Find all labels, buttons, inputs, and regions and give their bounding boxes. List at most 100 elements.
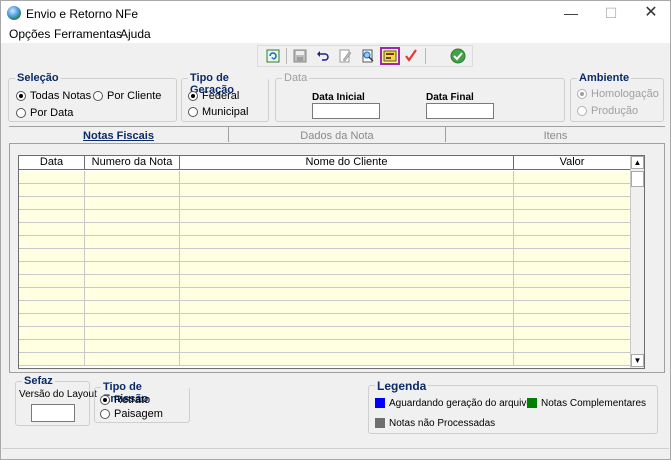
table-cell[interactable]	[85, 340, 180, 352]
table-cell[interactable]	[19, 249, 85, 261]
table-cell[interactable]	[180, 327, 514, 339]
table-cell[interactable]	[19, 184, 85, 196]
table-cell[interactable]	[85, 171, 180, 183]
table-cell[interactable]	[180, 314, 514, 326]
radio-municipal[interactable]: Municipal	[188, 106, 248, 118]
table-cell[interactable]	[19, 301, 85, 313]
table-row[interactable]	[19, 249, 630, 262]
table-cell[interactable]	[180, 236, 514, 248]
table-cell[interactable]	[19, 340, 85, 352]
data-final-input[interactable]	[426, 103, 494, 119]
table-cell[interactable]	[180, 353, 514, 365]
table-row[interactable]	[19, 210, 630, 223]
column-header-valor[interactable]: Valor	[514, 156, 630, 170]
radio-producao[interactable]: Produção	[577, 105, 638, 117]
data-inicial-input[interactable]	[312, 103, 380, 119]
undo-button[interactable]	[313, 47, 333, 65]
menu-ajuda[interactable]: Ajuda	[120, 27, 151, 41]
ok-button[interactable]	[448, 47, 468, 65]
table-row[interactable]	[19, 223, 630, 236]
table-cell[interactable]	[85, 236, 180, 248]
table-cell[interactable]	[19, 288, 85, 300]
table-cell[interactable]	[85, 210, 180, 222]
table-cell[interactable]	[514, 288, 630, 300]
table-cell[interactable]	[85, 275, 180, 287]
table-cell[interactable]	[180, 301, 514, 313]
table-cell[interactable]	[180, 249, 514, 261]
table-cell[interactable]	[19, 210, 85, 222]
column-header-data[interactable]: Data	[19, 156, 85, 170]
table-cell[interactable]	[85, 223, 180, 235]
table-cell[interactable]	[514, 327, 630, 339]
close-button[interactable]: ✕	[629, 1, 671, 26]
table-cell[interactable]	[514, 314, 630, 326]
table-cell[interactable]	[19, 262, 85, 274]
scroll-up-icon[interactable]: ▲	[631, 156, 644, 169]
table-row[interactable]	[19, 301, 630, 314]
table-cell[interactable]	[180, 340, 514, 352]
table-cell[interactable]	[19, 171, 85, 183]
table-cell[interactable]	[180, 197, 514, 209]
table-row[interactable]	[19, 288, 630, 301]
radio-todas-notas[interactable]: Todas Notas	[16, 90, 91, 102]
table-cell[interactable]	[514, 275, 630, 287]
table-cell[interactable]	[180, 288, 514, 300]
table-cell[interactable]	[19, 197, 85, 209]
table-row[interactable]	[19, 314, 630, 327]
menu-opcoes[interactable]: Opções	[9, 27, 50, 41]
radio-por-data[interactable]: Por Data	[16, 107, 73, 119]
table-row[interactable]	[19, 340, 630, 353]
table-cell[interactable]	[85, 314, 180, 326]
vertical-scrollbar[interactable]: ▲ ▼	[630, 156, 644, 368]
table-cell[interactable]	[514, 210, 630, 222]
table-row[interactable]	[19, 262, 630, 275]
table-cell[interactable]	[180, 210, 514, 222]
table-cell[interactable]	[514, 353, 630, 365]
table-cell[interactable]	[514, 262, 630, 274]
table-cell[interactable]	[514, 171, 630, 183]
radio-federal[interactable]: Federal	[188, 90, 239, 102]
table-cell[interactable]	[19, 275, 85, 287]
table-cell[interactable]	[514, 340, 630, 352]
table-row[interactable]	[19, 353, 630, 366]
generate-button[interactable]	[380, 47, 400, 65]
table-cell[interactable]	[514, 249, 630, 261]
table-cell[interactable]	[85, 197, 180, 209]
refresh-button[interactable]	[263, 47, 283, 65]
minimize-button[interactable]: —	[549, 1, 593, 26]
table-row[interactable]	[19, 327, 630, 340]
search-document-button[interactable]	[358, 47, 378, 65]
table-cell[interactable]	[180, 275, 514, 287]
table-cell[interactable]	[85, 184, 180, 196]
scroll-thumb[interactable]	[631, 171, 644, 187]
maximize-button[interactable]: ☐	[589, 1, 633, 26]
table-cell[interactable]	[180, 223, 514, 235]
table-cell[interactable]	[514, 223, 630, 235]
table-cell[interactable]	[19, 314, 85, 326]
table-cell[interactable]	[85, 262, 180, 274]
column-header-numero[interactable]: Numero da Nota	[85, 156, 180, 170]
radio-retrato[interactable]: Retrato	[100, 394, 150, 406]
table-row[interactable]	[19, 275, 630, 288]
notas-grid[interactable]: Data Numero da Nota Nome do Cliente Valo…	[18, 155, 645, 369]
table-row[interactable]	[19, 197, 630, 210]
table-cell[interactable]	[85, 249, 180, 261]
versao-layout-input[interactable]	[31, 404, 75, 422]
table-row[interactable]	[19, 184, 630, 197]
scroll-down-icon[interactable]: ▼	[631, 354, 644, 367]
table-cell[interactable]	[180, 171, 514, 183]
table-cell[interactable]	[19, 236, 85, 248]
table-cell[interactable]	[85, 353, 180, 365]
table-cell[interactable]	[85, 288, 180, 300]
table-cell[interactable]	[514, 184, 630, 196]
table-row[interactable]	[19, 236, 630, 249]
radio-paisagem[interactable]: Paisagem	[100, 408, 163, 420]
confirm-button[interactable]	[401, 47, 421, 65]
table-cell[interactable]	[19, 223, 85, 235]
table-cell[interactable]	[514, 197, 630, 209]
table-cell[interactable]	[514, 236, 630, 248]
table-cell[interactable]	[514, 301, 630, 313]
radio-por-cliente[interactable]: Por Cliente	[93, 90, 161, 102]
table-row[interactable]	[19, 171, 630, 184]
edit-button[interactable]	[335, 47, 355, 65]
